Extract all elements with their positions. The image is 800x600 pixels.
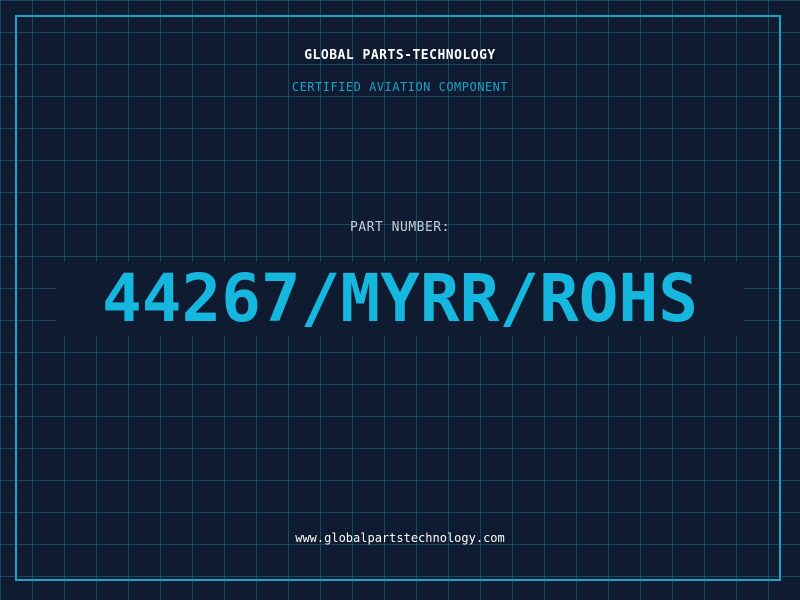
part-number-value: 44267/MYRR/ROHS bbox=[101, 260, 699, 337]
part-number-label: PART NUMBER: bbox=[350, 220, 450, 235]
tagline: CERTIFIED AVIATION COMPONENT bbox=[291, 80, 509, 94]
part-label-canvas: GLOBAL PARTS-TECHNOLOGY CERTIFIED AVIATI… bbox=[0, 0, 800, 600]
website-url: www.globalpartstechnology.com bbox=[295, 531, 505, 545]
company-name: GLOBAL PARTS-TECHNOLOGY bbox=[304, 48, 496, 63]
